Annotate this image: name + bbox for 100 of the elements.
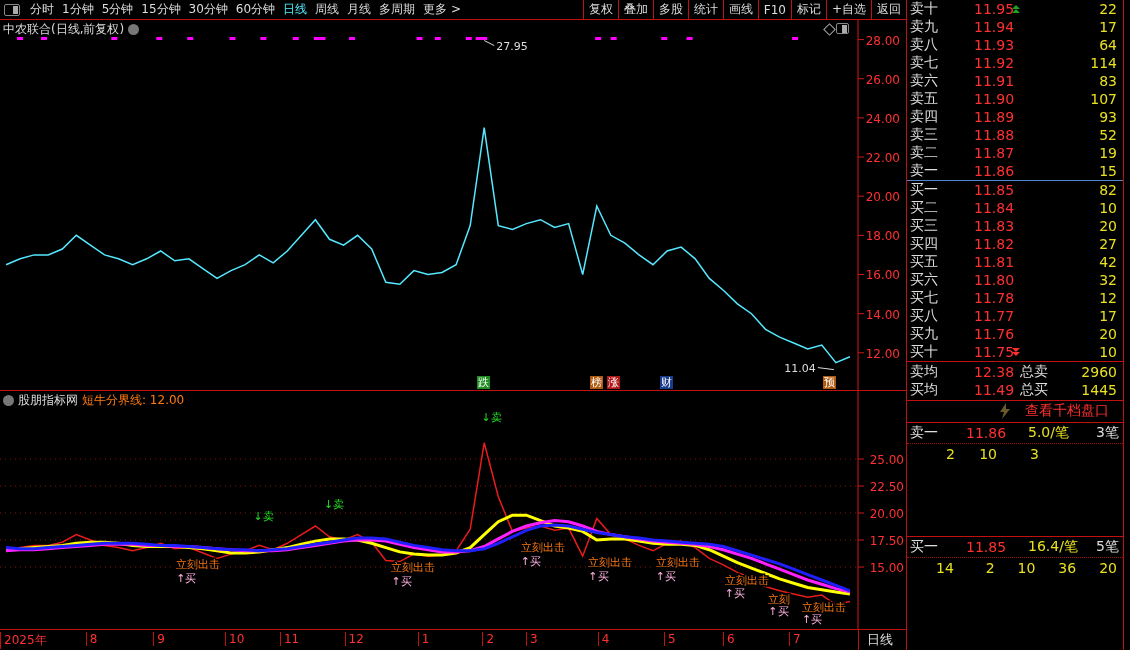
level-label: 买十 bbox=[910, 343, 939, 361]
price-value: 11.89 bbox=[974, 109, 1012, 125]
signal-label: ↓卖 bbox=[253, 509, 274, 523]
month-label: 5 bbox=[663, 632, 676, 646]
summary-label: 总买 bbox=[1020, 381, 1049, 399]
level-label: 卖七 bbox=[910, 54, 939, 72]
volume-value: 107 bbox=[1089, 91, 1117, 107]
month-label: 9 bbox=[153, 632, 165, 646]
level-label: 卖十 bbox=[910, 0, 939, 18]
price-value: 11.91 bbox=[974, 73, 1012, 89]
price-value: 11.86 bbox=[966, 424, 1008, 441]
axis-label: 14.00 bbox=[865, 307, 900, 322]
month-label: 2025年 bbox=[0, 632, 47, 649]
level-label: 卖一 bbox=[910, 162, 939, 180]
volume-value: 17 bbox=[1098, 19, 1117, 35]
signal-label: 立刻出击 bbox=[520, 540, 565, 554]
signal-label: 立刻出击 bbox=[655, 555, 700, 569]
level-label: 卖二 bbox=[910, 144, 939, 162]
volume-value: 64 bbox=[1098, 37, 1117, 53]
order-size: 36 bbox=[1057, 559, 1077, 576]
indicator-parameter: 短牛分界线: 12.00 bbox=[82, 392, 185, 409]
price-value: 11.84 bbox=[974, 200, 1012, 216]
level-label: 买八 bbox=[910, 307, 939, 325]
month-label: 1 bbox=[417, 632, 430, 646]
month-label: 4 bbox=[597, 632, 610, 646]
signal-label: 立刻出击 bbox=[588, 555, 633, 569]
order-size: 3 bbox=[1029, 445, 1039, 462]
volume-value: 20 bbox=[1098, 218, 1117, 234]
axis-label: 12.00 bbox=[865, 346, 900, 361]
price-value: 11.76 bbox=[974, 326, 1012, 342]
queue-label: 买一 bbox=[910, 537, 939, 556]
price-value: 11.87 bbox=[974, 145, 1012, 161]
axis-label: 17.50 bbox=[869, 534, 904, 548]
month-label: 6 bbox=[722, 632, 735, 646]
signal-label: 立刻出击 bbox=[724, 574, 769, 588]
order-size: 20 bbox=[1098, 559, 1117, 576]
price-value: 11.83 bbox=[974, 218, 1012, 234]
volume-value: 10 bbox=[1098, 200, 1117, 216]
price-value: 11.77 bbox=[974, 308, 1012, 324]
order-count: 3笔 bbox=[1095, 423, 1119, 442]
volume-value: 32 bbox=[1098, 272, 1117, 288]
volume-value: 17 bbox=[1098, 308, 1117, 324]
month-label: 12 bbox=[344, 632, 364, 646]
signal-label: ↑买 bbox=[588, 569, 609, 583]
signal-label: 立刻出击 bbox=[391, 561, 436, 575]
axis-label: 25.00 bbox=[869, 453, 904, 468]
signal-label: 立刻出击 bbox=[802, 601, 847, 615]
signal-label: ↑买 bbox=[391, 575, 412, 589]
axis-label: 20.00 bbox=[869, 507, 904, 521]
price-value: 11.93 bbox=[974, 37, 1012, 53]
month-label: 11 bbox=[279, 632, 300, 646]
signal-label: ↑买 bbox=[655, 569, 677, 583]
signal-label: ↑买 bbox=[802, 613, 823, 627]
axis-label: 22.50 bbox=[869, 480, 904, 495]
price-value: 11.95 bbox=[974, 1, 1012, 17]
signal-label: ↓卖 bbox=[323, 497, 345, 511]
level-label: 卖九 bbox=[910, 18, 939, 36]
chart-title: 中农联合(日线,前复权) bbox=[3, 21, 125, 38]
price-value: 11.49 bbox=[974, 382, 1016, 398]
signal-label: ↑买 bbox=[768, 604, 789, 618]
price-value: 11.80 bbox=[974, 272, 1012, 288]
order-count: 5笔 bbox=[1095, 537, 1119, 556]
volume-value: 2960 bbox=[1080, 364, 1117, 380]
period-label: 日线 bbox=[866, 631, 894, 649]
summary-label: 卖均 bbox=[910, 363, 939, 381]
level-label: 买六 bbox=[910, 271, 939, 289]
price-value: 11.85 bbox=[974, 182, 1012, 198]
month-label: 7 bbox=[789, 632, 801, 646]
volume-value: 83 bbox=[1098, 73, 1117, 89]
axis-label: 22.00 bbox=[865, 151, 900, 166]
axis-label: 18.00 bbox=[865, 229, 900, 244]
queue-label: 卖一 bbox=[910, 423, 939, 442]
level-label: 买一 bbox=[910, 181, 939, 199]
low-price-label: 11.04 bbox=[784, 361, 816, 375]
volume-value: 20 bbox=[1098, 326, 1117, 342]
volume-value: 15 bbox=[1098, 163, 1117, 179]
volume-value: 1445 bbox=[1080, 382, 1117, 398]
level-label: 买五 bbox=[910, 253, 939, 271]
order-size: 2 bbox=[945, 445, 955, 462]
price-value: 11.94 bbox=[974, 19, 1012, 35]
summary-label: 总卖 bbox=[1020, 363, 1049, 381]
volume-value: 42 bbox=[1098, 254, 1117, 270]
volume-value: 52 bbox=[1098, 127, 1117, 143]
month-label: 8 bbox=[85, 632, 98, 646]
volume-value: 82 bbox=[1098, 182, 1117, 198]
signal-label: 立刻 bbox=[768, 592, 791, 606]
order-size: 10 bbox=[1016, 559, 1036, 576]
order-size: 14 bbox=[934, 559, 954, 576]
volume-value: 27 bbox=[1098, 236, 1117, 252]
volume-value: 114 bbox=[1089, 55, 1117, 71]
price-value: 11.92 bbox=[974, 55, 1012, 71]
axis-label: 20.00 bbox=[865, 190, 900, 205]
axis-label: 16.00 bbox=[865, 268, 900, 283]
level-label: 卖三 bbox=[910, 126, 939, 144]
volume-value: 22 bbox=[1098, 1, 1117, 17]
price-value: 11.88 bbox=[974, 127, 1012, 143]
level-label: 卖八 bbox=[910, 36, 939, 54]
level-label: 卖六 bbox=[910, 72, 939, 90]
average-size: 16.4/笔 bbox=[1028, 537, 1079, 556]
axis-label: 26.00 bbox=[865, 72, 900, 87]
